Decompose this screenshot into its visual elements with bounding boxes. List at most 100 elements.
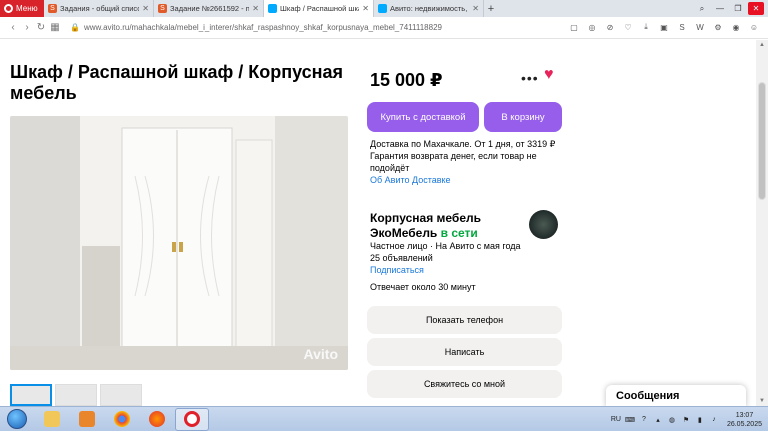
thumbnail-2[interactable] bbox=[55, 384, 97, 406]
messages-panel[interactable]: Сообщения bbox=[606, 385, 746, 406]
opera-menu-button[interactable]: Меню bbox=[0, 0, 44, 17]
keyboard-icon[interactable]: ⌨ bbox=[625, 415, 635, 425]
browser-tab-bar: Меню S Задания - общий список ✕ S Задани… bbox=[0, 0, 768, 17]
opera-tray-icon[interactable]: ◍ bbox=[667, 415, 677, 425]
address-bar: ‹ › ↻ ▦ 🔒 www.avito.ru/mahachkala/mebel_… bbox=[0, 17, 768, 39]
close-window-icon[interactable]: ✕ bbox=[748, 2, 764, 15]
taskbar-chrome[interactable] bbox=[105, 408, 139, 431]
download-icon[interactable]: ⤓ bbox=[640, 21, 652, 33]
extension-icon[interactable]: ◉ bbox=[730, 21, 742, 33]
profile-icon[interactable]: ☺ bbox=[748, 21, 760, 33]
page-scrollbar[interactable]: ▲ ▼ bbox=[756, 40, 768, 406]
tab-search-icon[interactable]: ⌕ bbox=[694, 2, 710, 15]
folder-icon bbox=[44, 411, 60, 427]
photo-thumbnails bbox=[10, 384, 142, 406]
time-text: 13:07 bbox=[735, 411, 754, 419]
scroll-up-icon[interactable]: ▲ bbox=[756, 40, 768, 50]
about-delivery-link[interactable]: Об Авито Доставке bbox=[370, 174, 560, 186]
close-tab-icon[interactable]: ✕ bbox=[362, 4, 369, 13]
seller-info: Частное лицо · На Авито с мая года 25 об… bbox=[370, 240, 530, 276]
taskbar-media-player[interactable] bbox=[70, 408, 104, 431]
listing-photo[interactable]: Avito bbox=[10, 116, 348, 370]
extension-icon[interactable]: ⚙ bbox=[712, 21, 724, 33]
new-tab-button[interactable]: + bbox=[484, 0, 498, 17]
seller-type: Частное лицо · На Авито с мая года bbox=[370, 241, 521, 251]
wardrobe-image bbox=[10, 116, 348, 370]
favorite-heart-icon[interactable]: ♥ bbox=[544, 66, 554, 84]
thumbnail-1[interactable] bbox=[10, 384, 52, 406]
window-controls: ⌕ — ❐ ✕ bbox=[694, 0, 768, 17]
buy-with-delivery-button[interactable]: Купить с доставкой bbox=[367, 102, 479, 132]
reload-icon[interactable]: ↻ bbox=[34, 22, 48, 33]
avito-listing-page: Шкаф / Распашной шкаф / Корпусная мебель… bbox=[0, 40, 756, 406]
delivery-info: Доставка по Махачкале. От 1 дня, от 3319… bbox=[370, 138, 560, 186]
price: 15 000 ₽ bbox=[370, 70, 443, 90]
volume-icon[interactable]: ♪ bbox=[709, 415, 719, 425]
tab-label: Шкаф / Распашной шкаф bbox=[280, 4, 359, 13]
taskbar-explorer[interactable] bbox=[35, 408, 69, 431]
seller-avatar[interactable] bbox=[529, 210, 558, 239]
more-options-icon[interactable]: ••• bbox=[521, 70, 539, 86]
subscribe-link[interactable]: Подписаться bbox=[370, 264, 530, 276]
media-player-icon bbox=[79, 411, 95, 427]
guarantee-text: Гарантия возврата денег, если товар не п… bbox=[370, 151, 537, 173]
avito-watermark: Avito bbox=[303, 346, 338, 362]
chrome-icon bbox=[114, 411, 130, 427]
tab-task-detail[interactable]: S Задание №2661592 - про ✕ bbox=[154, 0, 264, 17]
tab-wardrobe-listing[interactable]: Шкаф / Распашной шкаф ✕ bbox=[264, 0, 374, 17]
firefox-icon bbox=[149, 411, 165, 427]
close-tab-icon[interactable]: ✕ bbox=[472, 4, 479, 13]
back-icon[interactable]: ‹ bbox=[6, 22, 20, 33]
extension-icon[interactable]: S bbox=[676, 21, 688, 33]
windows-logo-icon bbox=[7, 409, 27, 429]
menu-label: Меню bbox=[16, 4, 38, 13]
extension-icon[interactable]: W bbox=[694, 21, 706, 33]
thumbnail-3[interactable] bbox=[100, 384, 142, 406]
system-tray: RU ⌨ ? ▴ ◍ ⚑ ▮ ♪ 13:07 26.05.2025 bbox=[611, 407, 768, 432]
url-field[interactable]: 🔒 www.avito.ru/mahachkala/mebel_i_intere… bbox=[70, 23, 442, 32]
opera-icon bbox=[184, 411, 200, 427]
tab-tasks-list[interactable]: S Задания - общий список ✕ bbox=[44, 0, 154, 17]
speed-dial-icon[interactable]: ▦ bbox=[48, 22, 62, 33]
help-icon[interactable]: ? bbox=[639, 415, 649, 425]
flag-icon[interactable]: ⚑ bbox=[681, 415, 691, 425]
sp-icon: S bbox=[158, 4, 167, 13]
tab-avito-home[interactable]: Авито: недвижимость, тра ✕ bbox=[374, 0, 484, 17]
opera-logo-icon bbox=[4, 4, 13, 13]
snapshot-icon[interactable]: ▢ bbox=[568, 21, 580, 33]
scrollbar-thumb[interactable] bbox=[758, 82, 766, 200]
forward-icon[interactable]: › bbox=[20, 22, 34, 33]
avito-icon bbox=[268, 4, 277, 13]
network-icon[interactable]: ▮ bbox=[695, 415, 705, 425]
close-tab-icon[interactable]: ✕ bbox=[142, 4, 149, 13]
clock[interactable]: 13:07 26.05.2025 bbox=[727, 411, 762, 429]
scroll-down-icon[interactable]: ▼ bbox=[756, 396, 768, 406]
write-message-button[interactable]: Написать bbox=[367, 338, 562, 366]
reply-time: Отвечает около 30 минут bbox=[370, 282, 476, 292]
extension-icon[interactable]: ▣ bbox=[658, 21, 670, 33]
tab-label: Авито: недвижимость, тра bbox=[390, 4, 469, 13]
adblock-icon[interactable]: ⊘ bbox=[604, 21, 616, 33]
seller-ads-count: 25 объявлений bbox=[370, 253, 433, 263]
camera-icon[interactable]: ◎ bbox=[586, 21, 598, 33]
delivery-text: Доставка по Махачкале. От 1 дня, от 3319… bbox=[370, 139, 556, 149]
minimize-icon[interactable]: — bbox=[712, 2, 728, 15]
add-to-cart-button[interactable]: В корзину bbox=[484, 102, 562, 132]
taskbar-firefox[interactable] bbox=[140, 408, 174, 431]
close-tab-icon[interactable]: ✕ bbox=[252, 4, 259, 13]
start-button[interactable] bbox=[0, 407, 34, 432]
date-text: 26.05.2025 bbox=[726, 420, 762, 428]
lock-icon: 🔒 bbox=[70, 23, 80, 32]
language-indicator[interactable]: RU bbox=[611, 416, 621, 423]
seller-name-block[interactable]: Корпусная мебель ЭкоМебель в сети bbox=[370, 211, 520, 241]
tab-label: Задания - общий список bbox=[60, 4, 140, 13]
show-phone-button[interactable]: Показать телефон bbox=[367, 306, 562, 334]
maximize-icon[interactable]: ❐ bbox=[730, 2, 746, 15]
contact-me-button[interactable]: Свяжитесь со мной bbox=[367, 370, 562, 398]
windows-taskbar: RU ⌨ ? ▴ ◍ ⚑ ▮ ♪ 13:07 26.05.2025 bbox=[0, 406, 768, 431]
avito-icon bbox=[378, 4, 387, 13]
bookmark-icon[interactable]: ♡ bbox=[622, 21, 634, 33]
address-bar-extensions: ▢ ◎ ⊘ ♡ ⤓ ▣ S W ⚙ ◉ ☺ bbox=[568, 21, 760, 33]
tray-chevron-icon[interactable]: ▴ bbox=[653, 415, 663, 425]
taskbar-opera[interactable] bbox=[175, 407, 209, 431]
